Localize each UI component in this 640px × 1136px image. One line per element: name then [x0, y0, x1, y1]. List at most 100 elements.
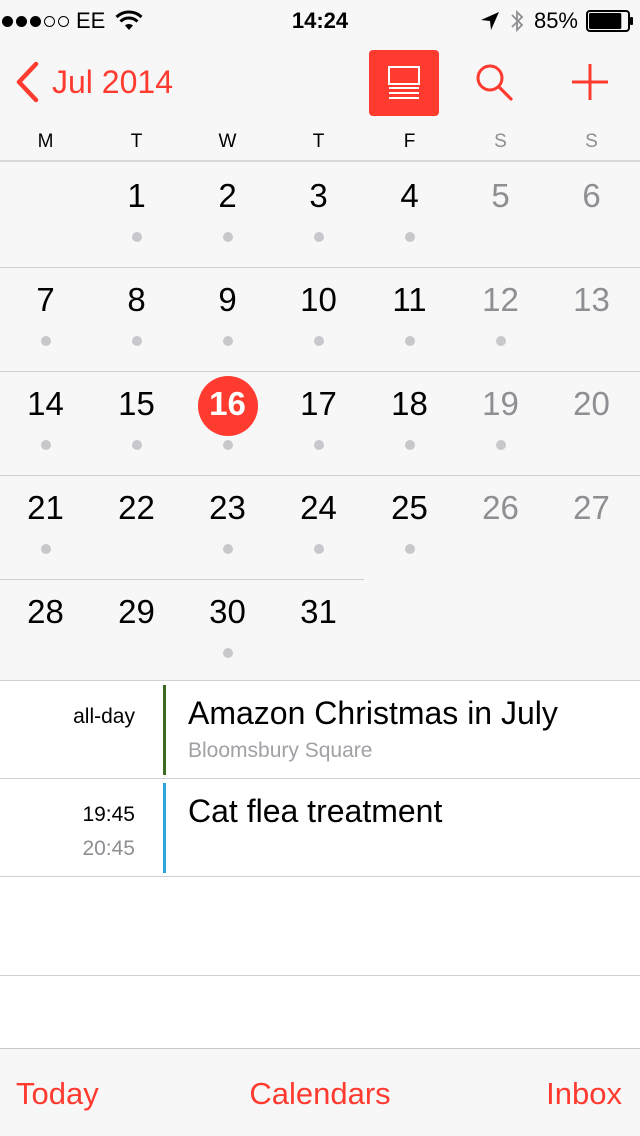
day-number: 20: [573, 385, 610, 422]
day-number: 17: [300, 385, 337, 422]
event-indicator-dot: [41, 544, 51, 554]
day-number: 22: [118, 489, 155, 526]
day-cell[interactable]: 26: [455, 474, 546, 578]
event-indicator-dot: [223, 336, 233, 346]
day-cell[interactable]: 6: [546, 162, 637, 266]
back-to-month-button[interactable]: Jul 2014: [14, 60, 173, 104]
event-indicator-dot: [314, 232, 324, 242]
day-cell[interactable]: 28: [0, 578, 91, 682]
event-indicator-dot: [314, 336, 324, 346]
day-number: 12: [482, 281, 519, 318]
day-cell[interactable]: 23: [182, 474, 273, 578]
day-number: 24: [300, 489, 337, 526]
day-cell[interactable]: 12: [455, 266, 546, 370]
status-bar: EE 14:24 85%: [0, 0, 640, 40]
day-number: 7: [36, 281, 55, 318]
day-cell[interactable]: 5: [455, 162, 546, 266]
day-cell[interactable]: 29: [91, 578, 182, 682]
day-number: 9: [218, 281, 237, 318]
day-cell[interactable]: 30: [182, 578, 273, 682]
event-indicator-dot: [223, 232, 233, 242]
battery-percentage: 85%: [533, 8, 578, 33]
day-number: 10: [300, 281, 337, 318]
day-cell-today[interactable]: 16: [182, 370, 273, 474]
location-arrow-icon: [480, 12, 499, 30]
day-cell[interactable]: 31: [273, 578, 364, 682]
day-cell[interactable]: 25: [364, 474, 455, 578]
day-number: 25: [391, 489, 428, 526]
event-indicator-dot: [132, 232, 142, 242]
search-icon[interactable]: [474, 62, 514, 102]
weekday-header: MTWTFSS: [0, 128, 640, 160]
day-number: 4: [400, 177, 419, 214]
day-cell[interactable]: 27: [546, 474, 637, 578]
day-number: 3: [309, 177, 328, 214]
day-cell[interactable]: 9: [182, 266, 273, 370]
event-title: Cat flea treatment: [188, 793, 443, 829]
day-number: 13: [573, 281, 610, 318]
event-indicator-dot: [405, 232, 415, 242]
event-indicator-dot: [223, 648, 233, 658]
day-cell[interactable]: 2: [182, 162, 273, 266]
day-cell[interactable]: 10: [273, 266, 364, 370]
weekday-label: S: [585, 131, 598, 152]
events-list: all-day Amazon Christmas in July Bloomsb…: [0, 680, 640, 1048]
status-right: 85%: [480, 8, 634, 34]
day-number: 21: [27, 489, 64, 526]
day-number: 26: [482, 489, 519, 526]
day-number: 29: [118, 593, 155, 630]
event-indicator-dot: [314, 440, 324, 450]
back-button-label: Jul 2014: [52, 63, 173, 100]
weekday-label: M: [37, 131, 54, 152]
event-end-time: 20:45: [82, 837, 135, 860]
day-cell[interactable]: 13: [546, 266, 637, 370]
weekday-label: W: [218, 131, 237, 152]
event-indicator-dot: [405, 336, 415, 346]
event-indicator-dot: [405, 440, 415, 450]
plus-icon[interactable]: [570, 62, 610, 102]
event-indicator-dot: [496, 336, 506, 346]
day-cell[interactable]: 3: [273, 162, 364, 266]
day-cell[interactable]: 19: [455, 370, 546, 474]
day-number: 23: [209, 489, 246, 526]
day-cell[interactable]: 21: [0, 474, 91, 578]
day-number: 8: [127, 281, 146, 318]
day-cell[interactable]: 4: [364, 162, 455, 266]
month-grid: 1 2 3 4 5 6 7 8 9 10 11 12 13 14 15 16 17 18 19 20 21 22 23 24 2…: [0, 162, 640, 680]
event-row[interactable]: 19:45 20:45 Cat flea treatment: [0, 779, 640, 877]
event-indicator-dot: [41, 336, 51, 346]
event-indicator-dot: [223, 544, 233, 554]
event-indicator-dot: [41, 440, 51, 450]
bluetooth-icon: [511, 9, 524, 33]
day-cell[interactable]: 24: [273, 474, 364, 578]
day-cell[interactable]: 15: [91, 370, 182, 474]
event-title: Amazon Christmas in July: [188, 695, 558, 731]
event-indicator-dot: [132, 440, 142, 450]
today-button[interactable]: Today: [16, 1076, 99, 1112]
day-cell[interactable]: 22: [91, 474, 182, 578]
event-indicator-dot: [223, 440, 233, 450]
day-number: 1: [127, 177, 146, 214]
list-view-button[interactable]: [369, 50, 439, 116]
event-time: all-day: [73, 705, 135, 728]
day-number: 18: [391, 385, 428, 422]
day-cell[interactable]: 7: [0, 266, 91, 370]
day-number: 16: [209, 385, 246, 422]
day-cell[interactable]: 18: [364, 370, 455, 474]
weekday-label: T: [312, 131, 325, 152]
inbox-button[interactable]: Inbox: [546, 1076, 622, 1112]
day-cell[interactable]: 14: [0, 370, 91, 474]
day-cell[interactable]: 1: [91, 162, 182, 266]
nav-bar: Jul 2014: [0, 40, 640, 128]
day-cell[interactable]: 20: [546, 370, 637, 474]
day-cell[interactable]: 11: [364, 266, 455, 370]
event-row[interactable]: all-day Amazon Christmas in July Bloomsb…: [0, 681, 640, 779]
event-color-bar: [163, 685, 166, 775]
chevron-left-icon: [16, 61, 39, 103]
day-number: 19: [482, 385, 519, 422]
weekday-label: T: [130, 131, 143, 152]
day-cell[interactable]: 8: [91, 266, 182, 370]
day-number: 28: [27, 593, 64, 630]
day-number: 31: [300, 593, 337, 630]
day-cell[interactable]: 17: [273, 370, 364, 474]
